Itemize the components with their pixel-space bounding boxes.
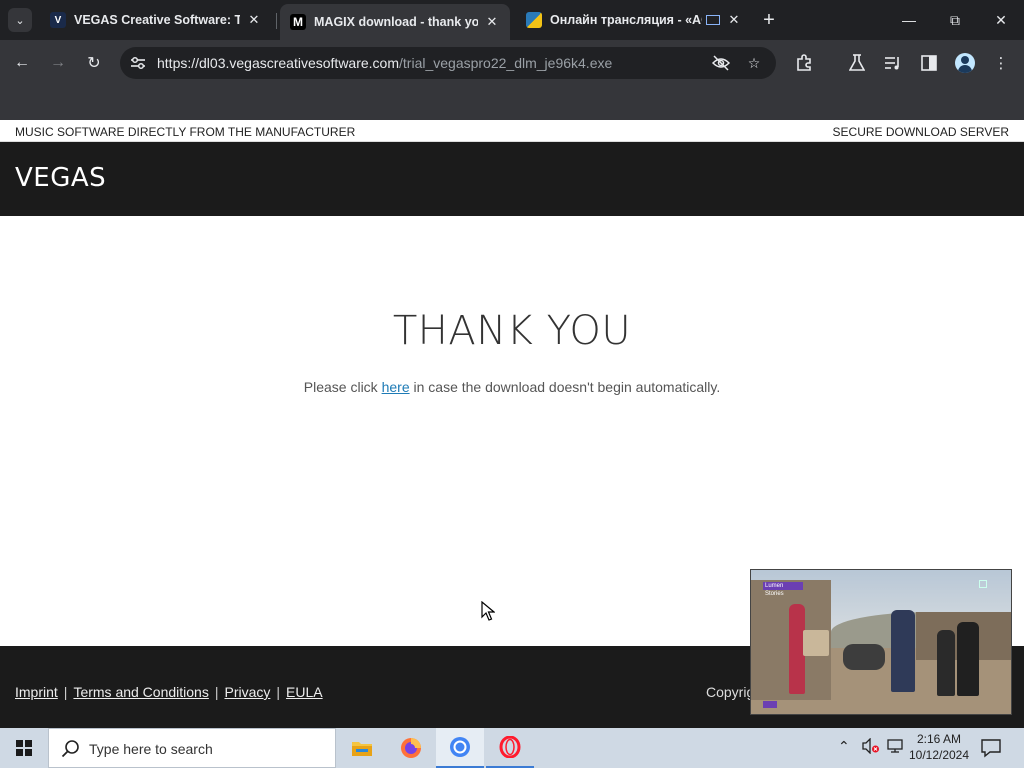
privacy-link[interactable]: Privacy bbox=[224, 684, 270, 700]
copyright-text: Copyrig bbox=[706, 684, 755, 700]
minimize-icon[interactable]: — bbox=[886, 0, 932, 40]
clock-time: 2:16 AM bbox=[916, 732, 962, 746]
tagline: MUSIC SOFTWARE DIRECTLY FROM THE MANUFAC… bbox=[15, 125, 356, 139]
manual-download-link[interactable]: here bbox=[382, 379, 410, 395]
url-host: https://dl03.vegascreativesoftware.com bbox=[157, 55, 400, 71]
vegas-favicon-icon: V bbox=[50, 12, 66, 28]
top-info-bar: MUSIC SOFTWARE DIRECTLY FROM THE MANUFAC… bbox=[0, 120, 1024, 142]
download-message: Please click here in case the download d… bbox=[0, 379, 1024, 395]
file-explorer-icon[interactable] bbox=[338, 728, 386, 768]
taskbar-clock[interactable]: 2:16 AM 10/12/2024 bbox=[906, 731, 972, 763]
labs-flask-icon[interactable] bbox=[846, 52, 868, 74]
broadcast-favicon-icon bbox=[526, 12, 542, 28]
notification-center-icon[interactable] bbox=[980, 737, 1002, 759]
tab-online-broadcast[interactable]: Онлайн трансляция - «AC ✕ bbox=[516, 6, 752, 34]
tab-magix-download[interactable]: M MAGIX download - thank you ✕ bbox=[280, 4, 510, 40]
video-person bbox=[891, 610, 915, 692]
forward-arrow-icon[interactable]: → bbox=[46, 51, 70, 75]
chrome-icon[interactable] bbox=[436, 728, 484, 768]
footer-separator: | bbox=[63, 684, 68, 700]
windows-logo-icon bbox=[16, 740, 32, 756]
restore-icon[interactable]: ⧉ bbox=[932, 0, 978, 40]
brand-header: VEGAS bbox=[0, 142, 1024, 216]
menu-kebab-icon[interactable]: ⋮ bbox=[990, 52, 1012, 74]
search-icon bbox=[61, 740, 79, 758]
video-person bbox=[957, 622, 979, 696]
picture-in-picture-video[interactable]: Lumen Stories bbox=[750, 569, 1012, 715]
clock-date: 10/12/2024 bbox=[908, 748, 970, 762]
page-title: THANK YOU bbox=[392, 308, 632, 354]
video-person bbox=[937, 630, 955, 696]
close-icon[interactable]: ✕ bbox=[246, 12, 262, 28]
reload-icon[interactable]: ↻ bbox=[82, 51, 106, 75]
back-arrow-icon[interactable]: ← bbox=[10, 51, 34, 75]
side-panel-icon[interactable] bbox=[918, 52, 940, 74]
back-to-tab-icon[interactable] bbox=[979, 580, 987, 588]
media-controls-icon[interactable] bbox=[882, 52, 904, 74]
url-text[interactable]: https://dl03.vegascreativesoftware.com/t… bbox=[157, 55, 612, 71]
eula-link[interactable]: EULA bbox=[286, 684, 323, 700]
bookmark-star-icon[interactable]: ☆ bbox=[743, 53, 765, 73]
tray-chevron-up-icon[interactable]: ⌃ bbox=[838, 738, 850, 755]
new-tab-plus-icon[interactable]: + bbox=[758, 9, 780, 31]
taskbar-search[interactable]: Type here to search bbox=[48, 728, 336, 768]
message-text-before: Please click bbox=[303, 379, 382, 395]
message-text-after: in case the download doesn't begin autom… bbox=[409, 379, 721, 395]
footer-links: Imprint | Terms and Conditions | Privacy | EUL… bbox=[15, 684, 323, 700]
close-icon[interactable]: ✕ bbox=[726, 12, 742, 28]
site-settings-icon[interactable] bbox=[128, 53, 148, 73]
search-placeholder: Type here to search bbox=[89, 741, 213, 757]
start-button[interactable] bbox=[0, 728, 48, 768]
tab-title: MAGIX download - thank you bbox=[314, 15, 478, 29]
video-box bbox=[803, 630, 829, 656]
window-close-icon[interactable]: ✕ bbox=[978, 0, 1024, 40]
footer-separator: | bbox=[214, 684, 219, 700]
footer-separator: | bbox=[276, 684, 281, 700]
address-bar[interactable]: https://dl03.vegascreativesoftware.com/t… bbox=[120, 47, 776, 79]
video-drum-kit bbox=[843, 644, 885, 670]
tab-divider bbox=[276, 13, 277, 29]
secure-server-label: SECURE DOWNLOAD SERVER bbox=[832, 125, 1009, 139]
imprint-link[interactable]: Imprint bbox=[15, 684, 58, 700]
browser-toolbar: ← → ↻ https://dl03.vegascreativesoftware… bbox=[0, 40, 1024, 112]
url-path: /trial_vegaspro22_dlm_je96k4.exe bbox=[399, 55, 613, 71]
mouse-cursor-icon bbox=[481, 601, 495, 621]
toolbar-spacer bbox=[0, 86, 1024, 120]
video-logo-mark bbox=[763, 701, 777, 708]
browser-tab-strip: ⌄ V VEGAS Creative Software: The ✕ M MAG… bbox=[0, 0, 1024, 40]
close-icon[interactable]: ✕ bbox=[484, 14, 500, 30]
network-icon[interactable] bbox=[886, 738, 904, 757]
vegas-logo[interactable]: VEGAS bbox=[15, 163, 106, 193]
video-channel-badge: Lumen Stories bbox=[763, 582, 803, 597]
chevron-down-icon: ⌄ bbox=[15, 14, 25, 27]
firefox-icon[interactable] bbox=[387, 728, 435, 768]
picture-in-picture-icon[interactable] bbox=[706, 15, 720, 25]
profile-avatar-icon[interactable] bbox=[954, 52, 976, 74]
volume-muted-icon[interactable] bbox=[862, 737, 880, 757]
terms-link[interactable]: Terms and Conditions bbox=[73, 684, 208, 700]
magix-favicon-icon: M bbox=[290, 14, 306, 30]
tab-title: VEGAS Creative Software: The bbox=[74, 13, 240, 27]
extensions-puzzle-icon[interactable] bbox=[793, 52, 815, 74]
opera-icon[interactable] bbox=[486, 728, 534, 768]
eye-slash-icon[interactable] bbox=[710, 53, 732, 73]
tab-vegas-creative-software[interactable]: V VEGAS Creative Software: The ✕ bbox=[40, 6, 272, 34]
windows-taskbar: Type here to search ⌃ 2:16 AM 10/12/2024 bbox=[0, 728, 1024, 768]
tab-search-button[interactable]: ⌄ bbox=[8, 8, 32, 32]
tab-title: Онлайн трансляция - «AC bbox=[550, 13, 702, 27]
